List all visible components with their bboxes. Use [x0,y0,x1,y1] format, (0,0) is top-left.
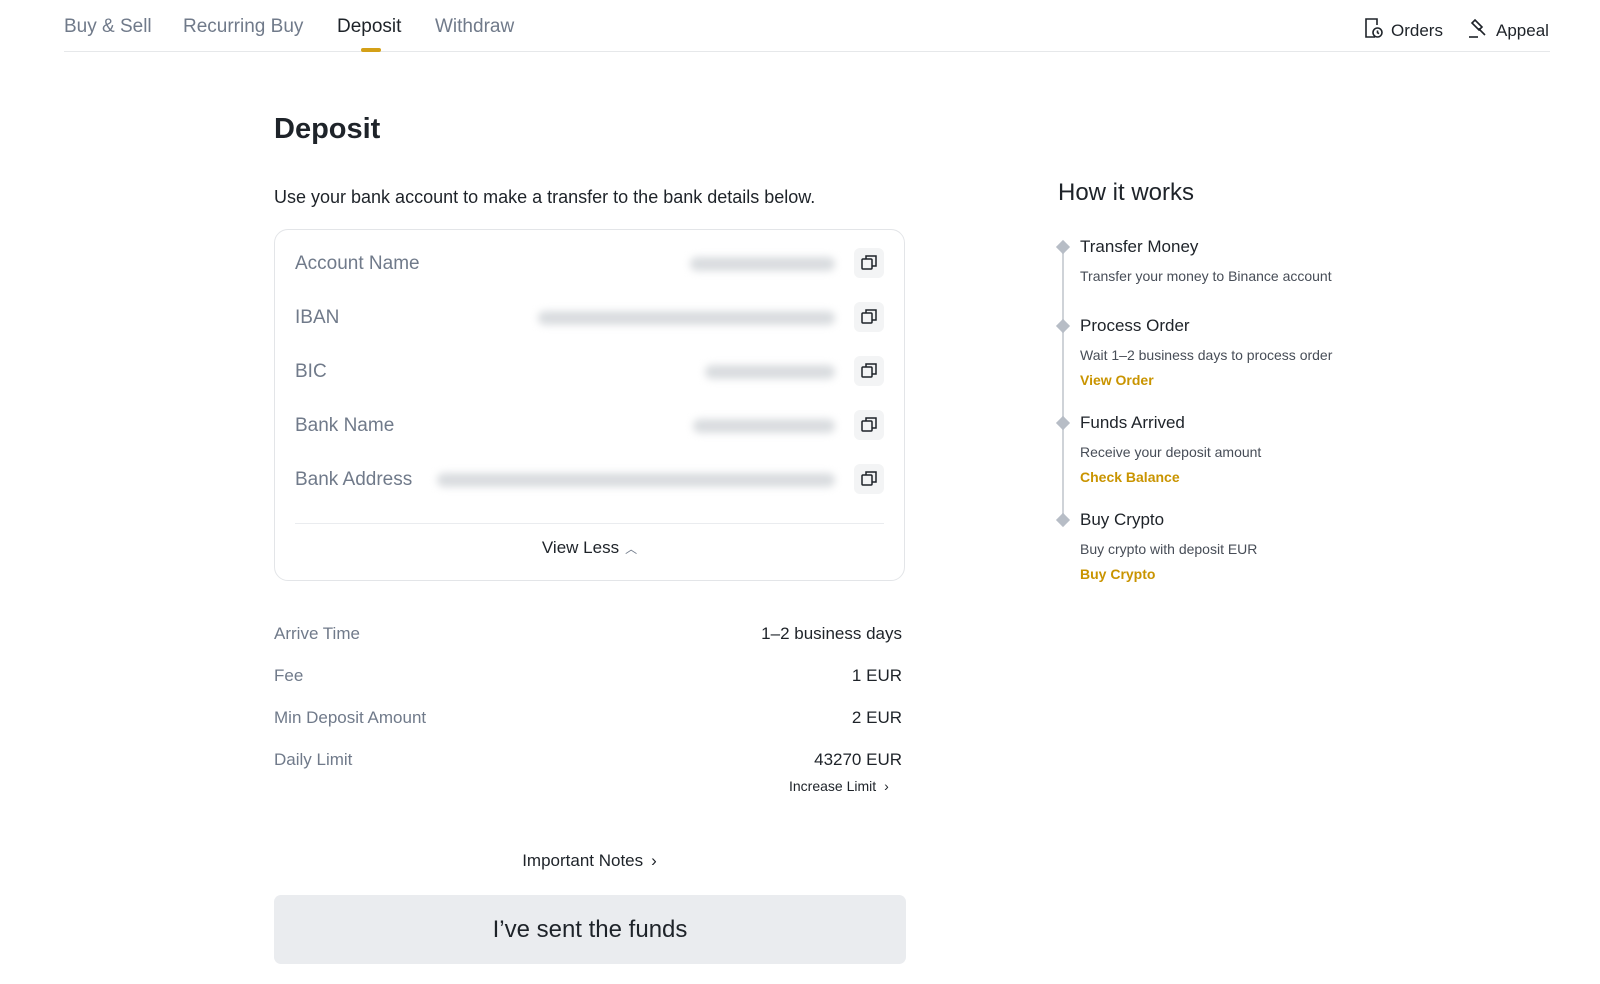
redacted-value [690,257,835,271]
info-label: Daily Limit [274,750,353,769]
info-label: Fee [274,666,304,685]
increase-limit-label: Increase Limit [789,778,877,794]
step-title: Buy Crypto [1080,510,1165,529]
top-nav: Buy & Sell Recurring Buy Deposit Withdra… [64,0,1550,52]
appeal-label: Appeal [1496,20,1549,40]
redacted-value [705,365,835,379]
active-tab-indicator [361,48,381,52]
buy-crypto-link[interactable]: Buy Crypto [1080,566,1155,582]
copy-icon [861,255,877,270]
bank-field-label: Account Name [295,253,420,274]
card-divider [295,523,884,524]
tab-buy-sell[interactable]: Buy & Sell [64,16,152,38]
view-order-link[interactable]: View Order [1080,372,1154,388]
tab-recurring-buy[interactable]: Recurring Buy [183,16,303,38]
copy-icon [861,471,877,486]
important-notes-label: Important Notes [522,851,644,870]
redacted-value [693,419,835,433]
redacted-value [437,473,835,487]
step-description: Wait 1–2 business days to process order [1080,347,1333,363]
chevron-up-icon: ︿ [625,542,638,557]
info-label: Min Deposit Amount [274,708,427,727]
copy-button[interactable] [854,356,884,386]
check-balance-link[interactable]: Check Balance [1080,469,1180,485]
bank-row-account-name: Account Name [295,247,884,283]
gavel-icon [1466,16,1490,45]
view-less-label: View Less [541,538,620,557]
info-value: 2 EUR [851,708,902,727]
step-description: Buy crypto with deposit EUR [1080,541,1258,557]
bank-row-bank-address: Bank Address [295,463,884,499]
redacted-value [538,311,835,325]
copy-icon [861,417,877,432]
step-marker [1055,415,1071,431]
info-row-arrive-time: Arrive Time 1–2 business days [274,624,902,648]
page-title: Deposit [274,113,381,145]
intro-text: Use your bank account to make a transfer… [274,187,816,207]
copy-button[interactable] [854,302,884,332]
chevron-right-icon: › [651,851,657,870]
bank-field-label: Bank Name [295,415,395,436]
bank-row-iban: IBAN [295,301,884,337]
orders-label: Orders [1391,20,1443,40]
chevron-right-icon: › [884,778,889,794]
info-value: 1–2 business days [761,624,902,643]
step-marker [1055,318,1071,334]
important-notes-link[interactable]: Important Notes › [274,851,905,871]
bank-field-label: IBAN [295,307,340,328]
step-marker [1055,512,1071,528]
step-marker [1055,239,1071,255]
copy-icon [861,309,877,324]
info-value: 1 EUR [851,666,902,685]
increase-limit-link[interactable]: Increase Limit › [789,778,889,794]
bank-details-card: Account Name IBAN BIC Bank Name Bank Add… [274,229,905,581]
timeline-line [1062,247,1064,521]
view-less-toggle[interactable]: View Less ︿ [275,538,904,558]
step-title: Process Order [1080,316,1190,335]
step-title: Transfer Money [1080,237,1199,256]
bank-row-bic: BIC [295,355,884,391]
bank-field-label: BIC [295,361,327,382]
step-title: Funds Arrived [1080,413,1185,432]
appeal-link[interactable]: Appeal [1466,16,1549,45]
info-row-fee: Fee 1 EUR [274,666,902,690]
copy-button[interactable] [854,464,884,494]
info-label: Arrive Time [274,624,360,643]
orders-link[interactable]: Orders [1361,16,1443,45]
step-description: Transfer your money to Binance account [1080,268,1332,284]
tab-withdraw[interactable]: Withdraw [435,16,514,38]
copy-icon [861,363,877,378]
copy-button[interactable] [854,410,884,440]
step-description: Receive your deposit amount [1080,444,1262,460]
orders-icon [1361,16,1385,45]
info-value: 43270 EUR [814,750,902,769]
how-it-works-title: How it works [1058,179,1195,206]
copy-button[interactable] [854,248,884,278]
bank-row-bank-name: Bank Name [295,409,884,445]
tab-deposit[interactable]: Deposit [337,16,401,38]
bank-field-label: Bank Address [295,469,413,490]
info-row-min-deposit: Min Deposit Amount 2 EUR [274,708,902,732]
info-row-daily-limit: Daily Limit 43270 EUR [274,750,902,774]
sent-funds-button[interactable]: I’ve sent the funds [274,895,906,964]
